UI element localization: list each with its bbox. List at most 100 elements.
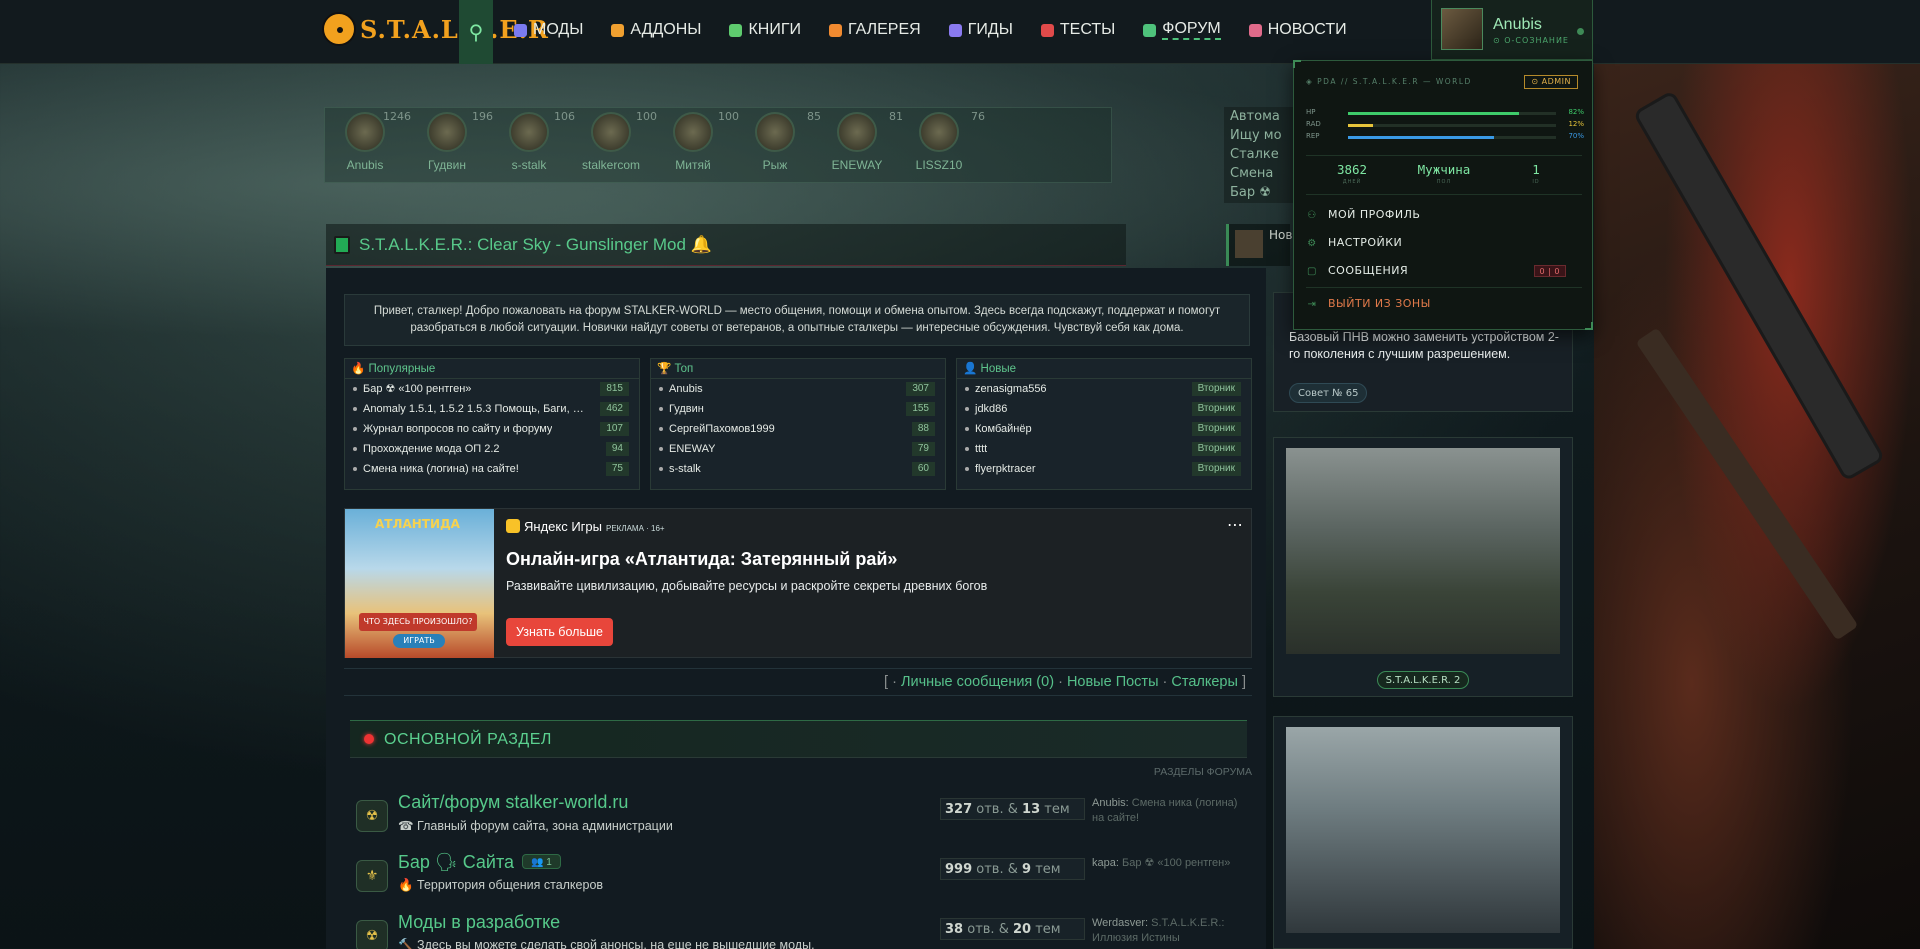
nav-item-3[interactable]: ГАЛЕРЕЯ bbox=[829, 20, 921, 40]
list-item[interactable]: Гудвин 155 bbox=[651, 399, 945, 419]
nav-item-1[interactable]: АДДОНЫ bbox=[611, 20, 701, 40]
nav-item-5[interactable]: ТЕСТЫ bbox=[1040, 20, 1115, 40]
list-item[interactable]: s-stalk 60 bbox=[651, 459, 945, 479]
side-link[interactable]: Сталке bbox=[1224, 145, 1304, 164]
gallery-card[interactable] bbox=[1273, 716, 1573, 949]
last-post-user[interactable]: kapa: bbox=[1092, 857, 1119, 869]
messages-item[interactable]: ▢ СООБЩЕНИЯ 0 | 0 bbox=[1306, 260, 1582, 282]
stalkers-link[interactable]: Сталкеры bbox=[1171, 674, 1238, 690]
last-post[interactable]: Anubis: Смена ника (логина) на сайте! bbox=[1092, 796, 1252, 826]
list-item-text[interactable]: s-stalk bbox=[661, 459, 701, 479]
list-item[interactable]: zenasigma556 Вторник bbox=[957, 379, 1251, 399]
ad-cta-button[interactable]: Узнать больше bbox=[506, 618, 613, 646]
online-user[interactable]: Митяй 100 bbox=[653, 110, 739, 172]
side-link[interactable]: Смена bbox=[1224, 164, 1304, 183]
more-options-icon[interactable]: ⋯ bbox=[1227, 515, 1243, 534]
avatar[interactable] bbox=[755, 112, 795, 152]
list-item[interactable]: flyerpktracer Вторник bbox=[957, 459, 1251, 479]
user-menu[interactable]: Anubis ⊙ О-СОЗНАНИЕ bbox=[1431, 0, 1593, 60]
avatar[interactable] bbox=[345, 112, 385, 152]
list-item-text[interactable]: Прохождение мода ОП 2.2 bbox=[355, 439, 500, 459]
news-widget[interactable]: Нов bbox=[1226, 224, 1292, 266]
nav-item-7[interactable]: НОВОСТИ bbox=[1248, 20, 1347, 40]
gallery-card[interactable]: S.T.A.L.K.E.R. 2 bbox=[1273, 437, 1573, 697]
bell-icon[interactable]: 🔔 bbox=[691, 235, 712, 254]
my-profile-item[interactable]: ⚇ МОЙ ПРОФИЛЬ bbox=[1306, 204, 1582, 226]
list-item[interactable]: tttt Вторник bbox=[957, 439, 1251, 459]
list-item[interactable]: Прохождение мода ОП 2.2 94 bbox=[345, 439, 639, 459]
user-stat-value: 3862 bbox=[1336, 162, 1368, 177]
list-item-text[interactable]: flyerpktracer bbox=[967, 459, 1036, 479]
online-user[interactable]: Рыж 85 bbox=[735, 110, 821, 172]
avatar[interactable] bbox=[1441, 8, 1483, 50]
list-item-text[interactable]: СергейПахомов1999 bbox=[661, 419, 775, 439]
list-item[interactable]: СергейПахомов1999 88 bbox=[651, 419, 945, 439]
forum-title[interactable]: Бар 🗣 Сайта 👥 1 bbox=[398, 852, 561, 873]
last-post[interactable]: Werdasver: S.T.A.L.K.E.R.: Иллюзия Истин… bbox=[1092, 916, 1252, 946]
last-post-user[interactable]: Anubis: bbox=[1092, 797, 1129, 809]
list-item-text[interactable]: Бар ☢ «100 рентген» bbox=[355, 379, 471, 399]
replies-count: 327 bbox=[945, 802, 973, 817]
gallery-image[interactable] bbox=[1286, 448, 1560, 654]
list-item[interactable]: ENEWAY 79 bbox=[651, 439, 945, 459]
forum-title-text[interactable]: Сайт/форум stalker-world.ru bbox=[398, 792, 628, 812]
forum-title-text[interactable]: Бар 🗣 Сайта bbox=[398, 852, 514, 872]
settings-item[interactable]: ⚙ НАСТРОЙКИ bbox=[1306, 232, 1582, 254]
list-item[interactable]: Anomaly 1.5.1, 1.5.2 1.5.3 Помощь, Баги,… bbox=[345, 399, 639, 419]
ad-image-button[interactable]: ИГРАТЬ bbox=[393, 634, 445, 648]
online-user[interactable]: Anubis 1246 bbox=[325, 110, 411, 172]
avatar[interactable] bbox=[591, 112, 631, 152]
advertisement[interactable]: АТЛАНТИДА ЧТО ЗДЕСЬ ПРОИЗОШЛО? ИГРАТЬ Ян… bbox=[344, 508, 1252, 658]
list-item-text[interactable]: Гудвин bbox=[661, 399, 704, 419]
list-item[interactable]: Бар ☢ «100 рентген» 815 bbox=[345, 379, 639, 399]
list-item-text[interactable]: Anubis bbox=[661, 379, 703, 399]
list-item-text[interactable]: Комбайнёр bbox=[967, 419, 1032, 439]
last-post-topic[interactable]: Бар ☢ «100 рентген» bbox=[1122, 857, 1230, 869]
list-item-text[interactable]: Журнал вопросов по сайту и форуму bbox=[355, 419, 552, 439]
last-post[interactable]: kapa: Бар ☢ «100 рентген» bbox=[1092, 856, 1252, 871]
forum-title[interactable]: Моды в разработке bbox=[398, 912, 560, 933]
online-user[interactable]: ENEWAY 81 bbox=[817, 110, 903, 172]
list-item-text[interactable]: Смена ника (логина) на сайте! bbox=[355, 459, 519, 479]
list-item-text[interactable]: ENEWAY bbox=[661, 439, 715, 459]
online-user[interactable]: LISSZ10 76 bbox=[899, 110, 985, 172]
avatar[interactable] bbox=[837, 112, 877, 152]
nav-item-6[interactable]: ФОРУМ bbox=[1143, 20, 1221, 40]
nav-item-4[interactable]: ГИДЫ bbox=[948, 20, 1013, 40]
list-item-text[interactable]: zenasigma556 bbox=[967, 379, 1047, 399]
ad-headline[interactable]: Онлайн-игра «Атлантида: Затерянный рай» bbox=[506, 549, 897, 570]
side-link[interactable]: Бар ☢ bbox=[1224, 183, 1304, 202]
side-link[interactable]: Ищу мо bbox=[1224, 126, 1304, 145]
gallery-image[interactable] bbox=[1286, 727, 1560, 933]
list-item[interactable]: Журнал вопросов по сайту и форуму 107 bbox=[345, 419, 639, 439]
list-item[interactable]: jdkd86 Вторник bbox=[957, 399, 1251, 419]
list-item-text[interactable]: Anomaly 1.5.1, 1.5.2 1.5.3 Помощь, Баги,… bbox=[355, 399, 585, 419]
last-post-user[interactable]: Werdasver: bbox=[1092, 917, 1148, 929]
private-messages-link[interactable]: Личные сообщения (0) bbox=[901, 674, 1054, 690]
side-link[interactable]: Автома bbox=[1224, 107, 1304, 126]
search-button[interactable]: ⚲ bbox=[459, 0, 493, 64]
logout-item[interactable]: ⇥ ВЫЙТИ ИЗ ЗОНЫ bbox=[1306, 293, 1582, 315]
list-item[interactable]: Комбайнёр Вторник bbox=[957, 419, 1251, 439]
nav-item-2[interactable]: КНИГИ bbox=[729, 20, 801, 40]
forum-title-text[interactable]: Моды в разработке bbox=[398, 912, 560, 932]
list-item-text[interactable]: jdkd86 bbox=[967, 399, 1007, 419]
online-user[interactable]: s-stalk 106 bbox=[489, 110, 575, 172]
user-stat: Мужчина ПОЛ bbox=[1398, 156, 1490, 194]
avatar[interactable] bbox=[509, 112, 549, 152]
gallery-caption[interactable]: S.T.A.L.K.E.R. 2 bbox=[1376, 671, 1470, 689]
avatar[interactable] bbox=[427, 112, 467, 152]
replies-label: отв. bbox=[967, 922, 995, 937]
ad-image[interactable]: АТЛАНТИДА ЧТО ЗДЕСЬ ПРОИЗОШЛО? ИГРАТЬ bbox=[345, 509, 494, 658]
new-posts-link[interactable]: Новые Посты bbox=[1067, 674, 1159, 690]
section-header[interactable]: ОСНОВНОЙ РАЗДЕЛ bbox=[350, 720, 1247, 758]
list-item-text[interactable]: tttt bbox=[967, 439, 987, 459]
online-user[interactable]: stalkercom 100 bbox=[571, 110, 657, 172]
list-item[interactable]: Anubis 307 bbox=[651, 379, 945, 399]
nav-item-0[interactable]: МОДЫ bbox=[514, 20, 583, 40]
forum-title[interactable]: Сайт/форум stalker-world.ru bbox=[398, 792, 628, 813]
avatar[interactable] bbox=[673, 112, 713, 152]
list-item[interactable]: Смена ника (логина) на сайте! 75 bbox=[345, 459, 639, 479]
online-user[interactable]: Гудвин 196 bbox=[407, 110, 493, 172]
avatar[interactable] bbox=[919, 112, 959, 152]
